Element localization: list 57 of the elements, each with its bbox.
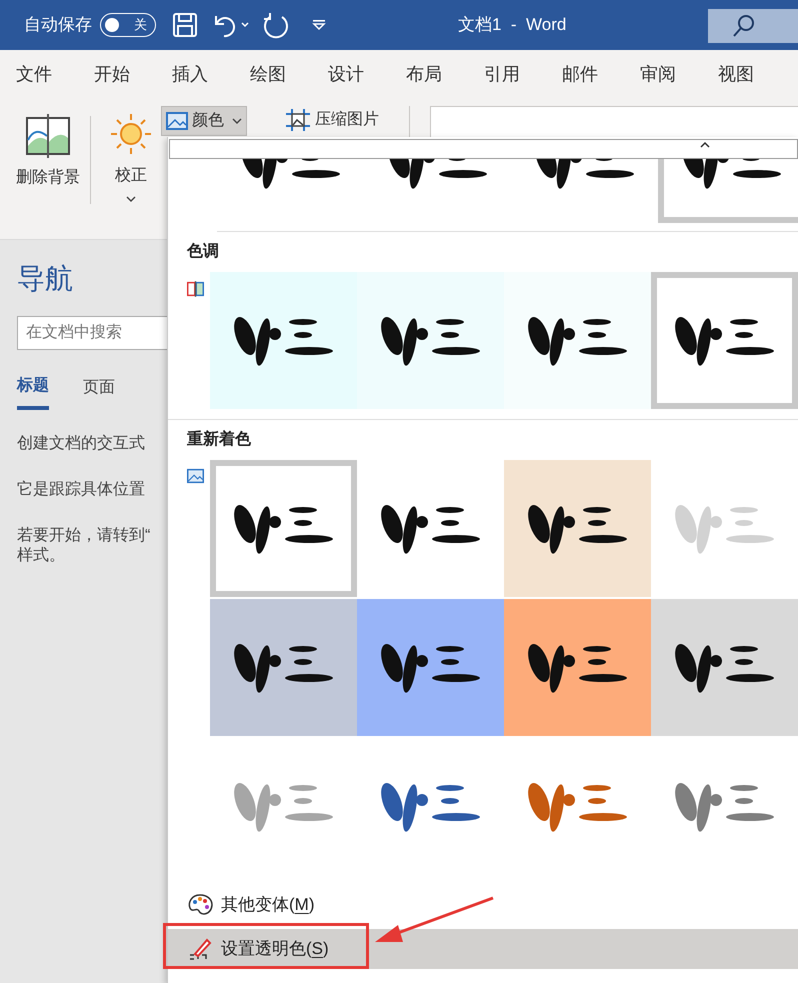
- palette-icon: [187, 893, 213, 917]
- color-option[interactable]: [651, 272, 798, 409]
- menu-tab[interactable]: 设计: [328, 60, 406, 88]
- eyedropper-icon: [187, 937, 213, 961]
- recolor-icon: [187, 466, 204, 486]
- menu-tab[interactable]: 邮件: [562, 60, 640, 88]
- menu-tab[interactable]: 插入: [172, 60, 250, 88]
- search-field[interactable]: 在文档中搜索: [17, 316, 167, 350]
- color-option[interactable]: [504, 272, 651, 409]
- caret-icon: [126, 196, 136, 202]
- color-option[interactable]: [210, 599, 357, 736]
- menu-tab[interactable]: 开始: [94, 60, 172, 88]
- redo-icon[interactable]: [262, 11, 290, 39]
- section-heading: 重新着色: [186, 429, 252, 450]
- window-title: 文档1 - Word: [458, 14, 566, 36]
- tone-icon: [187, 278, 204, 300]
- menu-tab[interactable]: 视图: [718, 60, 796, 88]
- compress-picture-icon: [285, 108, 311, 132]
- color-option[interactable]: [658, 159, 798, 223]
- menu-item[interactable]: 其他变体(M): [168, 885, 798, 925]
- color-option[interactable]: [210, 460, 357, 597]
- help-text: 创建文档的交互式: [17, 434, 146, 454]
- search-box[interactable]: [708, 9, 798, 43]
- help-text: 若要开始，请转到“: [17, 526, 152, 546]
- color-option[interactable]: [357, 599, 504, 736]
- ribbon-button[interactable]: 删除背景: [12, 112, 84, 192]
- menu-tab[interactable]: 文件: [16, 60, 94, 88]
- scroll-bar[interactable]: [169, 139, 798, 159]
- pane-title: 导航: [17, 262, 74, 296]
- menu-item[interactable]: 设置透明色(S): [168, 929, 798, 969]
- nav-tab[interactable]: 标题: [17, 374, 49, 410]
- menu-tab[interactable]: 引用: [484, 60, 562, 88]
- menu-tab[interactable]: 绘图: [250, 60, 328, 88]
- save-icon[interactable]: [172, 12, 198, 38]
- help-text: 样式。: [17, 546, 66, 566]
- scroll-up-icon[interactable]: [699, 140, 711, 148]
- caret-icon: [232, 118, 242, 124]
- menu-tab[interactable]: 布局: [406, 60, 484, 88]
- ribbon-button[interactable]: 颜色: [161, 106, 247, 136]
- section-heading: 色调: [186, 242, 220, 262]
- menu-tab[interactable]: 审阅: [640, 60, 718, 88]
- remove-background-icon: [25, 114, 71, 158]
- autosave-label: 自动保存: [24, 14, 92, 36]
- nav-tab[interactable]: 页面: [83, 374, 115, 410]
- color-option[interactable]: [357, 272, 504, 409]
- color-option[interactable]: [210, 272, 357, 409]
- autosave-toggle[interactable]: 关: [100, 13, 156, 37]
- ribbon-button[interactable]: 校正: [105, 110, 157, 204]
- search-icon: [732, 14, 756, 38]
- help-text: 它是跟踪具体位置: [17, 480, 146, 500]
- customize-caret-icon[interactable]: [312, 19, 326, 31]
- color-option[interactable]: [504, 460, 651, 597]
- color-option[interactable]: [504, 599, 651, 736]
- picture-icon: [166, 111, 188, 131]
- sun-icon: [109, 112, 153, 156]
- ribbon-button[interactable]: 压缩图片: [281, 106, 383, 134]
- color-option[interactable]: [651, 599, 798, 736]
